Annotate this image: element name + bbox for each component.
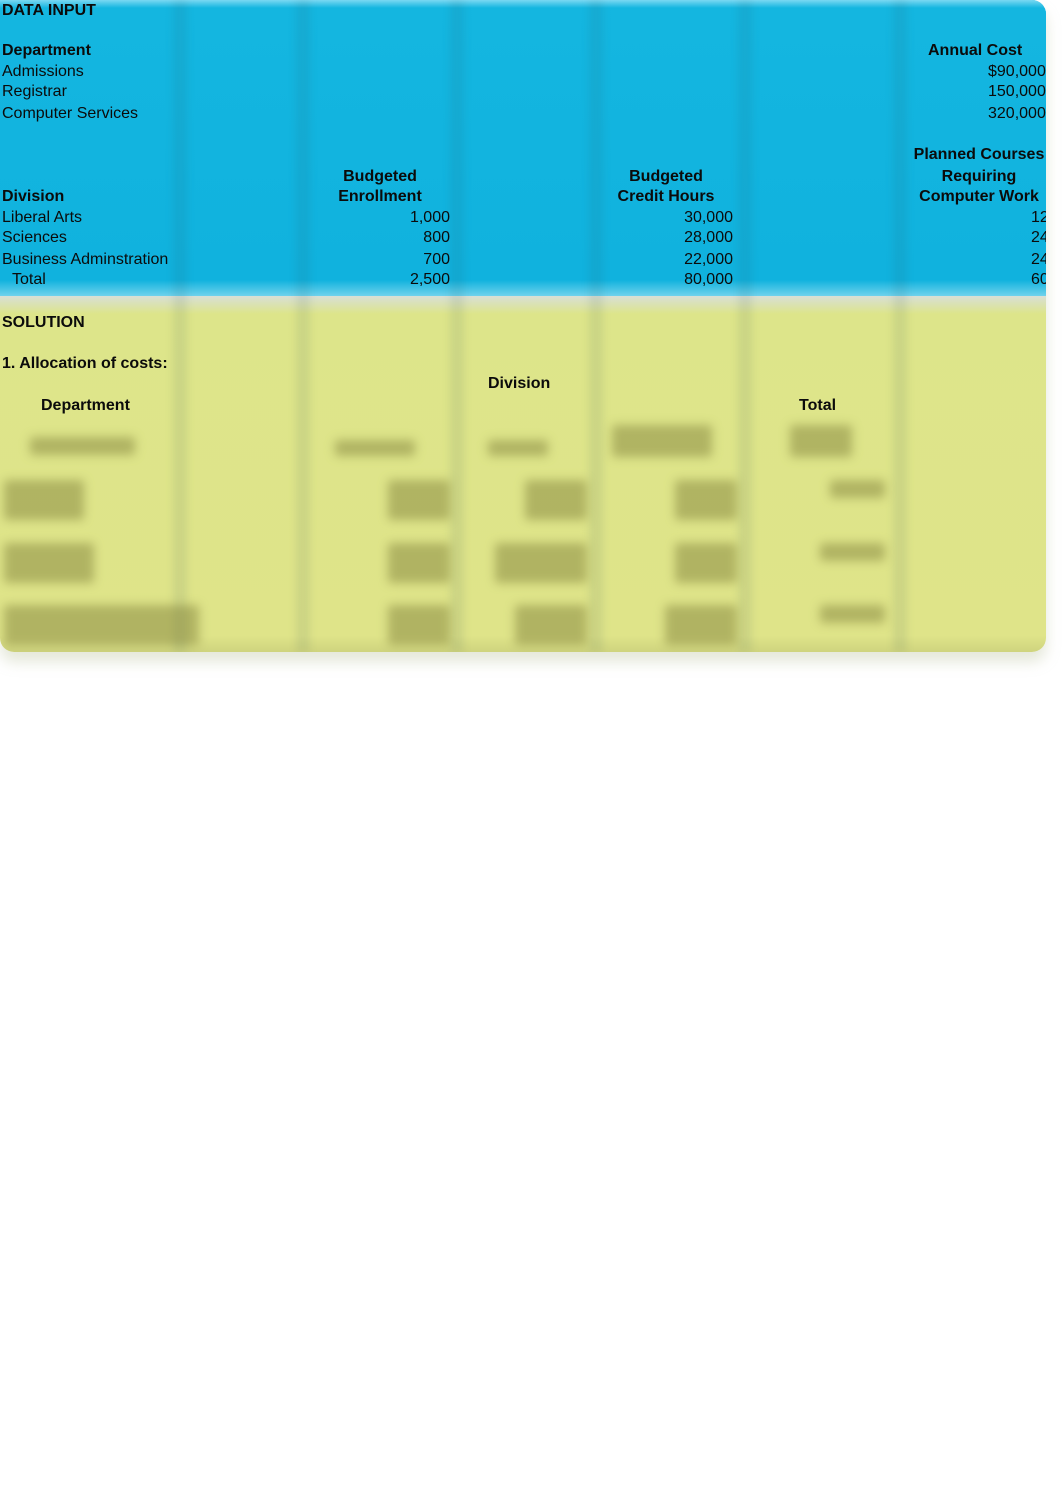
- department-header: Department: [2, 42, 91, 59]
- obscured-content: [675, 480, 737, 520]
- obscured-content: [495, 543, 587, 583]
- obscured-content: [820, 543, 885, 561]
- obscured-content: [388, 480, 450, 520]
- column-divider: [738, 0, 752, 652]
- obscured-content: [675, 543, 737, 583]
- division-credit-hours: 30,000: [684, 209, 733, 226]
- department-name: Computer Services: [2, 105, 139, 122]
- obscured-content: [525, 480, 587, 520]
- credit-hours-header-line1: Budgeted: [629, 168, 703, 185]
- obscured-content: [612, 425, 712, 457]
- obscured-content: [4, 480, 84, 520]
- obscured-content: [820, 605, 885, 623]
- column-divider: [893, 0, 907, 652]
- column-divider: [589, 0, 603, 652]
- obscured-content: [830, 480, 885, 498]
- solution-title: SOLUTION: [2, 314, 85, 331]
- department-name: Registrar: [2, 83, 67, 100]
- solution-department-header: Department: [41, 397, 130, 414]
- division-credit-hours: 28,000: [684, 229, 733, 246]
- courses-header-line3: Computer Work: [919, 188, 1039, 205]
- obscured-content: [388, 605, 450, 645]
- division-enrollment: 1,000: [409, 209, 450, 226]
- column-divider: [296, 0, 310, 652]
- division-group-header: Division: [488, 375, 551, 392]
- department-cost: 320,000: [988, 105, 1046, 122]
- division-name: Liberal Arts: [2, 209, 83, 226]
- division-name: Sciences: [2, 229, 67, 246]
- obscured-content: [4, 605, 199, 645]
- department-name: Admissions: [2, 63, 84, 80]
- obscured-content: [665, 605, 737, 645]
- column-divider: [173, 0, 187, 652]
- division-courses: 24: [1031, 251, 1046, 268]
- allocation-title: 1. Allocation of costs:: [2, 355, 168, 372]
- division-enrollment: 800: [423, 229, 450, 246]
- obscured-content: [790, 425, 852, 457]
- spreadsheet-preview: DATA INPUT Department Annual Cost Admiss…: [0, 0, 1046, 652]
- obscured-content: [488, 440, 548, 456]
- solution-total-header: Total: [799, 397, 837, 414]
- annual-cost-header: Annual Cost: [928, 42, 1023, 59]
- credit-hours-header-line2: Credit Hours: [617, 188, 715, 205]
- total-credit-hours: 80,000: [684, 271, 733, 288]
- division-enrollment: 700: [423, 251, 450, 268]
- enrollment-header-line1: Budgeted: [343, 168, 417, 185]
- data-input-title: DATA INPUT: [2, 2, 96, 19]
- solution-section: [0, 296, 1046, 652]
- division-credit-hours: 22,000: [684, 251, 733, 268]
- division-courses: 12: [1031, 209, 1046, 226]
- obscured-content: [515, 605, 587, 645]
- division-name: Business Adminstration: [2, 251, 169, 268]
- department-cost: $90,000: [988, 63, 1046, 80]
- obscured-content: [4, 543, 94, 583]
- courses-header-line2: Requiring: [941, 168, 1017, 185]
- obscured-content: [30, 437, 135, 455]
- column-divider: [450, 0, 464, 652]
- enrollment-header-line2: Enrollment: [338, 188, 422, 205]
- total-enrollment: 2,500: [409, 271, 450, 288]
- division-header: Division: [2, 188, 65, 205]
- department-cost: 150,000: [988, 83, 1046, 100]
- total-label: Total: [12, 271, 46, 288]
- obscured-content: [335, 440, 415, 456]
- obscured-content: [388, 543, 450, 583]
- courses-header-line1: Planned Courses: [913, 146, 1045, 163]
- total-courses: 60: [1031, 271, 1046, 288]
- division-courses: 24: [1031, 229, 1046, 246]
